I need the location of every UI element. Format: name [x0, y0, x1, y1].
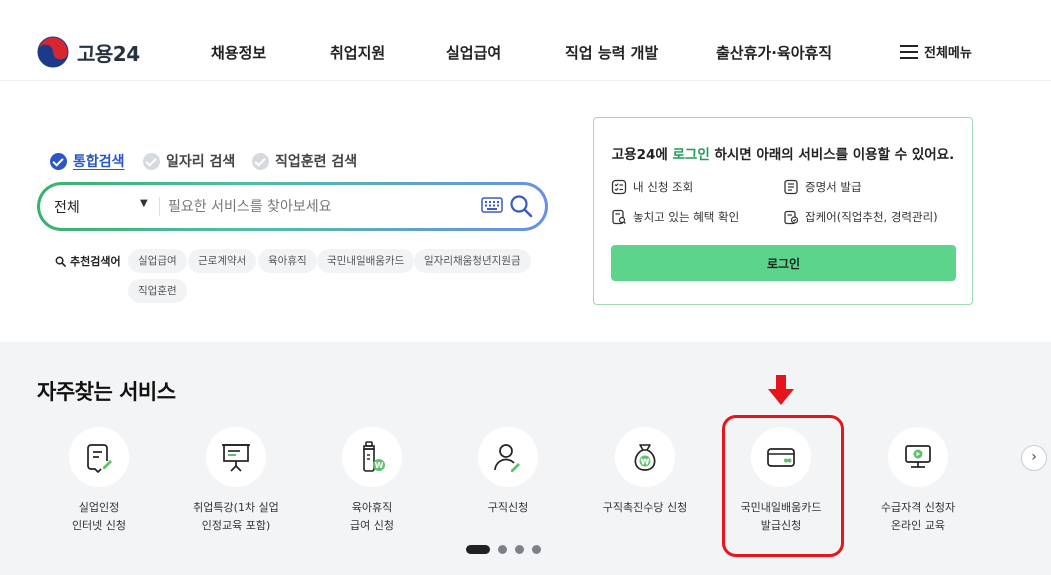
keyword-chip[interactable]: 국민내일배움카드	[317, 249, 415, 273]
document-pen-icon	[87, 444, 112, 473]
service-label: 증명서 발급	[805, 180, 862, 194]
service-icon-circle: ₩	[615, 427, 675, 487]
search-category-select[interactable]: 전체	[54, 197, 80, 217]
frequent-services-section: 자주찾는 서비스 실업인정 인터넷 신청 취업특강(1차 실업 인정교육 포함)…	[0, 342, 1051, 575]
person-pen-icon	[494, 444, 520, 472]
service-label: 잡케어(직업추천, 경력관리)	[805, 210, 938, 224]
nav-item-parental-leave[interactable]: 출산휴가·육아휴직	[716, 42, 832, 63]
service-job-promotion-allowance[interactable]: ₩ 구직촉진수당 신청	[580, 427, 710, 517]
tab-integrated-search[interactable]: 통합검색	[50, 151, 125, 171]
service-icon-circle	[478, 427, 538, 487]
svg-text:₩: ₩	[641, 457, 650, 466]
tab-label: 직업훈련 검색	[275, 154, 358, 170]
keyword-chip[interactable]: 실업급여	[128, 249, 187, 273]
service-label: 취업특강(1차 실업 인정교육 포함)	[193, 501, 279, 532]
hamburger-icon	[900, 44, 918, 59]
jobcare-item[interactable]: 잡케어(직업추천, 경력관리)	[783, 209, 938, 225]
online-education-icon	[905, 445, 931, 468]
check-circle-icon	[143, 152, 160, 170]
my-applications-item[interactable]: 내 신청 조회	[611, 179, 693, 195]
carousel-next-button[interactable]: ›	[1021, 445, 1047, 471]
rec-label-text: 추천검색어	[70, 255, 121, 268]
tab-training-search[interactable]: 직업훈련 검색	[252, 151, 357, 171]
service-label: 육아휴직 급여 신청	[350, 501, 394, 532]
keyword-chip[interactable]: 일자리채움청년지원금	[414, 249, 531, 273]
pagination-dot[interactable]	[515, 545, 524, 554]
check-circle-icon	[50, 152, 67, 170]
service-label: 놓치고 있는 혜택 확인	[633, 210, 740, 224]
pagination-dot[interactable]	[532, 545, 541, 554]
service-label: 실업인정 인터넷 신청	[71, 501, 127, 532]
site-header: 고용24 채용정보 취업지원 실업급여 직업 능력 개발 출산휴가·육아휴직 전…	[0, 0, 1051, 81]
login-message-post: 하시면 아래의 서비스를 이용할 수 있어요.	[709, 147, 955, 163]
tab-label: 통합검색	[73, 154, 125, 170]
red-arrow-down-icon	[768, 375, 794, 405]
pagination-dot-active[interactable]	[466, 545, 490, 554]
nav-item-employment-support[interactable]: 취업지원	[330, 42, 385, 63]
service-label: 내 신청 조회	[633, 180, 694, 194]
nav-item-unemployment-benefits[interactable]: 실업급여	[446, 42, 501, 63]
login-message-highlight: 로그인	[672, 147, 710, 163]
service-unemployment-recognition[interactable]: 실업인정 인터넷 신청	[34, 427, 164, 535]
jobcare-icon	[784, 210, 799, 225]
service-label: 수급자격 신청자 온라인 교육	[880, 501, 956, 532]
keyboard-icon[interactable]	[481, 197, 503, 213]
search-divider	[159, 197, 160, 216]
money-bag-icon: ₩	[634, 444, 656, 471]
presentation-board-icon	[222, 444, 250, 472]
all-menu-button[interactable]: 전체메뉴	[900, 42, 972, 61]
certificate-icon	[784, 179, 798, 195]
keyword-chip[interactable]: 육아휴직	[258, 249, 317, 273]
login-message: 고용24에 로그인 하시면 아래의 서비스를 이용할 수 있어요.	[594, 143, 972, 163]
red-highlight-box	[722, 415, 844, 557]
all-menu-label: 전체메뉴	[924, 46, 972, 61]
service-icon-circle	[206, 427, 266, 487]
service-label: 구직신청	[487, 501, 529, 514]
service-label: 구직촉진수당 신청	[602, 501, 688, 514]
carousel-pagination	[466, 545, 549, 554]
search-icon[interactable]	[509, 194, 533, 218]
svg-text:W: W	[375, 461, 384, 470]
service-parental-leave-benefit[interactable]: W 육아휴직 급여 신청	[307, 427, 437, 535]
service-online-education[interactable]: 수급자격 신청자 온라인 교육	[853, 427, 983, 535]
keyword-chip[interactable]: 근로계약서	[188, 249, 257, 273]
login-button[interactable]: 로그인	[611, 245, 956, 281]
tab-label: 일자리 검색	[166, 154, 236, 170]
service-icon-circle	[69, 427, 129, 487]
nav-item-vocational-training[interactable]: 직업 능력 개발	[565, 42, 658, 63]
recommended-keywords-label: 추천검색어	[55, 253, 121, 269]
section-title: 자주찾는 서비스	[37, 380, 176, 404]
chevron-right-icon: ›	[1031, 449, 1037, 465]
missed-benefits-item[interactable]: 놓치고 있는 혜택 확인	[611, 209, 739, 225]
check-circle-icon	[252, 152, 269, 170]
search-input[interactable]	[168, 193, 468, 220]
logo-text: 고용24	[77, 41, 140, 66]
dropdown-arrow-icon[interactable]: ▼	[140, 198, 148, 209]
service-job-lecture[interactable]: 취업특강(1차 실업 인정교육 포함)	[171, 427, 301, 535]
login-message-pre: 고용24에	[611, 147, 673, 163]
service-job-seeking[interactable]: 구직신청	[443, 427, 573, 517]
site-logo[interactable]: 고용24	[37, 36, 140, 68]
pagination-dot[interactable]	[498, 545, 507, 554]
checklist-icon	[611, 179, 627, 195]
search-box: 전체 ▼	[37, 182, 548, 231]
document-search-icon	[612, 209, 626, 225]
search-inner: 전체 ▼	[40, 185, 545, 228]
service-icon-circle	[888, 427, 948, 487]
baby-bottle-icon: W	[363, 441, 385, 472]
search-icon	[55, 256, 66, 267]
taegeuk-logo-icon	[37, 36, 69, 68]
keyword-chip[interactable]: 직업훈련	[128, 279, 187, 303]
nav-item-jobs[interactable]: 채용정보	[211, 42, 266, 63]
certificate-item[interactable]: 증명서 발급	[783, 179, 862, 195]
tab-job-search[interactable]: 일자리 검색	[143, 151, 235, 171]
service-icon-circle: W	[342, 427, 402, 487]
login-panel: 고용24에 로그인 하시면 아래의 서비스를 이용할 수 있어요. 내 신청 조…	[593, 117, 973, 305]
